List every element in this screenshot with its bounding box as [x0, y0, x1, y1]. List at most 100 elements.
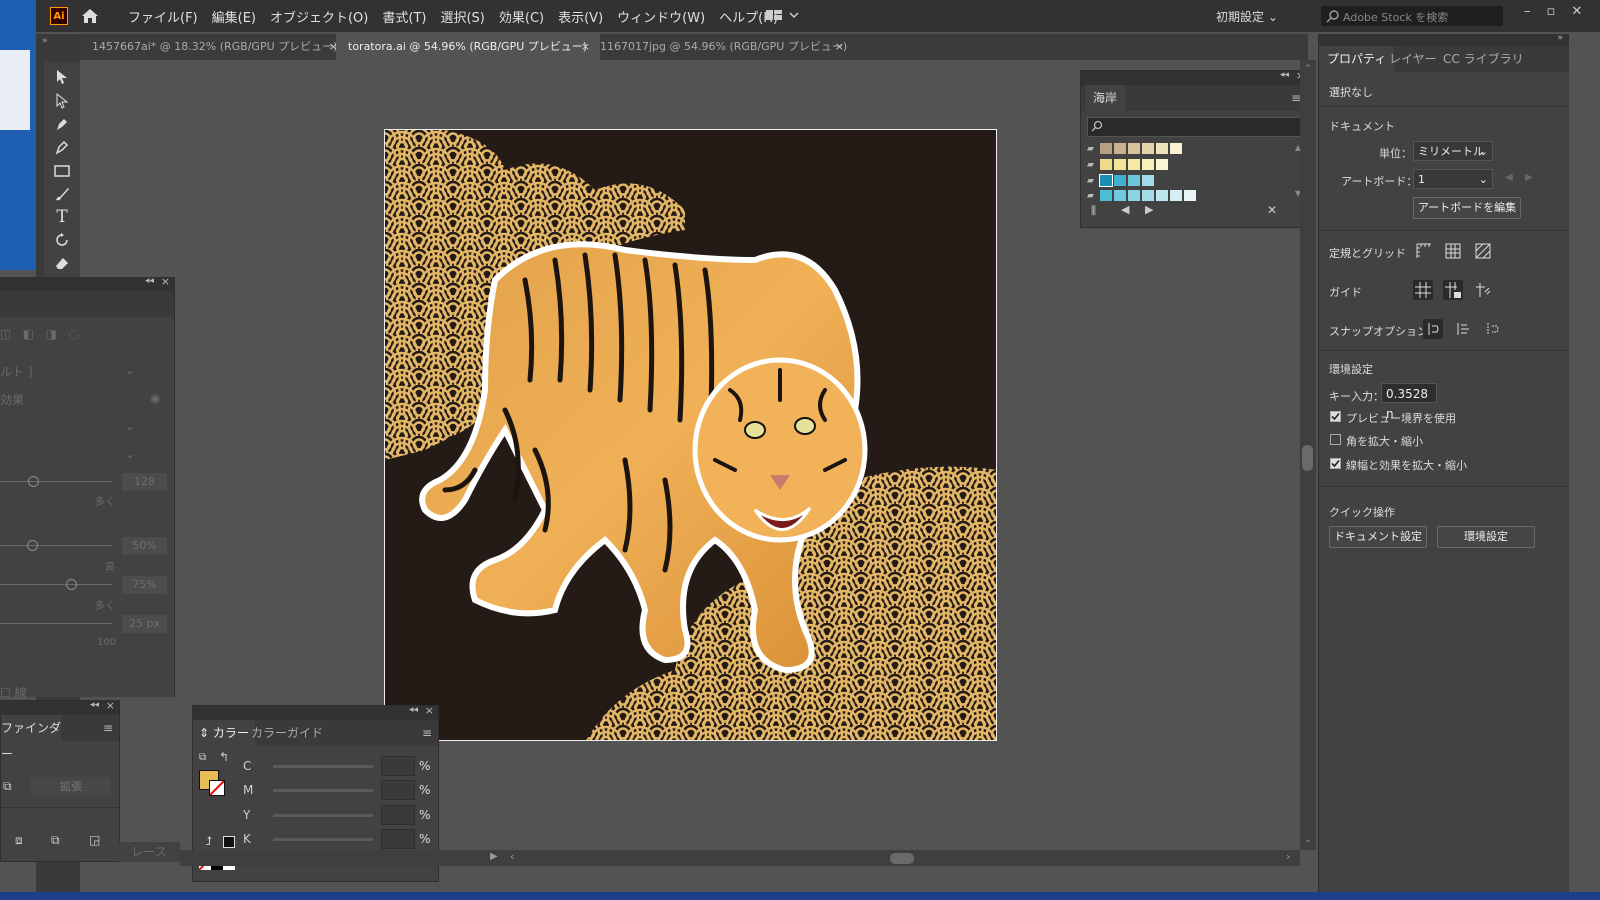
menu-type[interactable]: 書式(T): [382, 7, 426, 26]
menu-object[interactable]: オブジェクト(O): [270, 7, 368, 26]
app-logo[interactable]: Ai: [50, 7, 68, 25]
swatch-search-input[interactable]: [1087, 117, 1303, 137]
collapse-icon[interactable]: ◂◂: [409, 705, 418, 715]
swap-colors-icon[interactable]: ↰: [219, 750, 229, 764]
default-colors-icon[interactable]: ⧉: [199, 752, 206, 763]
channel-input[interactable]: [381, 829, 415, 849]
swatch[interactable]: [1155, 159, 1168, 170]
gamut-swatch[interactable]: [223, 836, 235, 848]
close-icon[interactable]: ✕: [1571, 4, 1582, 19]
pathfinder-tab[interactable]: ファインダー: [1, 715, 61, 761]
workspace-switcher-icon[interactable]: [766, 8, 800, 22]
artboard-select[interactable]: 1 ⌄: [1413, 169, 1493, 189]
value-field[interactable]: 128: [122, 473, 167, 491]
scroll-thumb[interactable]: [1302, 445, 1313, 471]
stroke-checkbox[interactable]: ☐ 線: [0, 684, 27, 701]
snap-to-pixel-icon[interactable]: [1453, 319, 1473, 339]
artboard-next-icon[interactable]: ▶: [490, 851, 498, 862]
preferences-button[interactable]: 環境設定: [1437, 526, 1535, 548]
close-icon[interactable]: ×: [835, 34, 844, 60]
slider-track[interactable]: [0, 584, 112, 585]
menu-window[interactable]: ウィンドウ(W): [617, 7, 705, 26]
swatch[interactable]: [1127, 175, 1140, 186]
collapse-icon[interactable]: »: [42, 36, 48, 46]
eraser-tool-icon[interactable]: [50, 252, 74, 274]
close-icon[interactable]: ×: [161, 275, 170, 288]
slider-handle[interactable]: [27, 540, 38, 551]
panel-header[interactable]: ◂◂ ×: [1, 699, 119, 715]
swatch[interactable]: [1141, 190, 1154, 201]
close-icon[interactable]: ×: [106, 699, 115, 712]
value-field[interactable]: 75%: [122, 576, 167, 594]
swatch[interactable]: [1183, 190, 1196, 201]
expand-button[interactable]: 拡張: [31, 777, 111, 797]
channel-slider[interactable]: [273, 837, 373, 841]
minimize-icon[interactable]: –: [1524, 4, 1531, 19]
tab-1457667[interactable]: 1457667ai* @ 18.32% (RGB/GPU プレビュー) ×: [80, 34, 348, 60]
restore-icon[interactable]: ▫: [1547, 4, 1556, 19]
swatch[interactable]: [1155, 190, 1168, 201]
channel-slider[interactable]: [273, 813, 373, 817]
home-icon[interactable]: [80, 7, 100, 25]
swatch[interactable]: [1127, 143, 1140, 154]
artboard[interactable]: [384, 129, 997, 741]
show-guides-icon[interactable]: [1413, 280, 1433, 300]
panel-header[interactable]: »: [1319, 33, 1569, 46]
tab-cc-libraries[interactable]: CC ライブラリ: [1435, 46, 1532, 72]
slider-handle[interactable]: [66, 579, 77, 590]
next-library-icon[interactable]: ▶: [1145, 203, 1153, 216]
collapse-icon[interactable]: ◂◂: [90, 700, 99, 710]
menu-select[interactable]: 選択(S): [440, 7, 484, 26]
collapse-icon[interactable]: »: [1557, 33, 1563, 43]
slider-handle[interactable]: [28, 476, 39, 487]
menu-file[interactable]: ファイル(F): [128, 7, 198, 26]
channel-slider[interactable]: [273, 764, 373, 768]
folder-icon[interactable]: ▰: [1087, 160, 1094, 170]
swatch[interactable]: [1099, 159, 1112, 170]
swatch[interactable]: [1141, 143, 1154, 154]
slider-track[interactable]: [0, 481, 112, 482]
rectangle-tool-icon[interactable]: [50, 160, 74, 182]
divide-icon[interactable]: ⧈: [15, 833, 23, 848]
swatch-library-tab[interactable]: 海岸: [1085, 85, 1126, 111]
slider-track[interactable]: [0, 545, 112, 546]
panel-header[interactable]: ◂◂ ×: [193, 704, 438, 720]
folder-icon[interactable]: ▰: [1087, 176, 1094, 186]
document-setup-button[interactable]: ドキュメント設定: [1329, 526, 1427, 548]
swatch[interactable]: [1113, 190, 1126, 201]
swatch[interactable]: [1099, 143, 1112, 154]
tab-toratora[interactable]: toratora.ai @ 54.96% (RGB/GPU プレビュー) ×: [336, 34, 600, 60]
swatch[interactable]: [1099, 190, 1112, 201]
trim-icon[interactable]: ⧉: [51, 833, 60, 848]
scale-corners-checkbox[interactable]: [1330, 434, 1341, 445]
value-field[interactable]: 50%: [122, 537, 167, 555]
type-tool-icon[interactable]: T: [50, 206, 74, 228]
swatch[interactable]: [1141, 159, 1154, 170]
menu-icon[interactable]: ≡: [103, 721, 113, 735]
menu-effect[interactable]: 効果(C): [499, 7, 544, 26]
preset-dropdown[interactable]: ルト ]: [0, 363, 33, 380]
workspace-preset[interactable]: 初期設定 ⌄: [1216, 8, 1278, 25]
swatch[interactable]: [1169, 143, 1182, 154]
collapse-icon[interactable]: ◂◂: [1280, 70, 1289, 80]
swatch[interactable]: [1169, 190, 1182, 201]
folder-icon[interactable]: ▰: [1087, 191, 1094, 201]
curvature-tool-icon[interactable]: [50, 136, 74, 158]
slider-track[interactable]: [0, 623, 112, 624]
direct-selection-tool-icon[interactable]: [50, 90, 74, 112]
tools-icon[interactable]: ✕: [1267, 203, 1277, 217]
library-menu-icon[interactable]: ⫼: [1091, 204, 1096, 218]
tab-color-guide[interactable]: カラーガイド: [251, 720, 323, 746]
swatch[interactable]: [1127, 190, 1140, 201]
stock-search-input[interactable]: Adobe Stock を検索: [1321, 6, 1503, 26]
panel-header[interactable]: ◂◂ ×: [0, 275, 174, 291]
close-icon[interactable]: ×: [425, 704, 434, 717]
next-artboard-icon[interactable]: ▶: [1525, 172, 1533, 183]
scroll-right-icon[interactable]: ›: [1286, 850, 1290, 863]
tab-1167017[interactable]: 1167017jpg @ 54.96% (RGB/GPU プレビュー) ×: [588, 34, 854, 60]
tab-color[interactable]: ⇕ カラー: [193, 720, 255, 746]
transparency-grid-icon[interactable]: [1473, 241, 1493, 261]
swatch[interactable]: [1141, 175, 1154, 186]
channel-input[interactable]: [381, 780, 415, 800]
rotate-tool-icon[interactable]: [50, 229, 74, 251]
